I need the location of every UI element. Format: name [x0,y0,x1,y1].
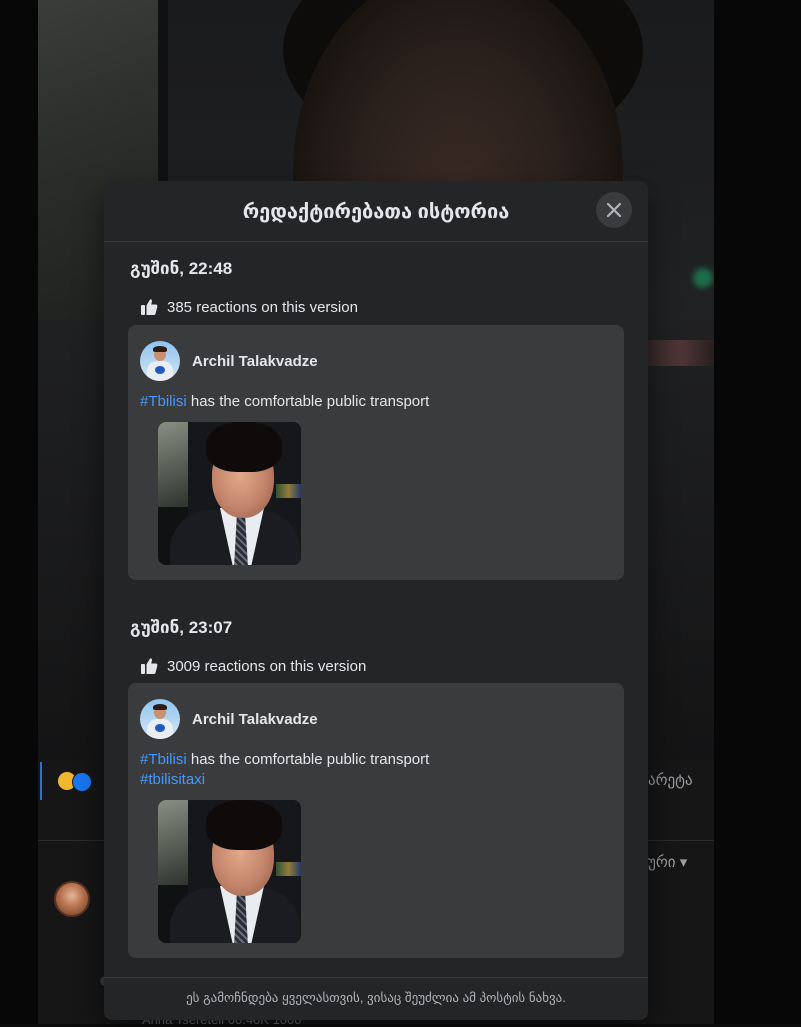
close-button[interactable] [596,192,632,228]
background-left [0,0,38,1024]
thumbs-up-icon [141,658,158,674]
reactions-count-text: 385 reactions on this version [167,298,358,316]
post-header: Archil Talakvadze [140,341,318,381]
post-photo[interactable] [158,800,301,943]
avatar[interactable] [140,341,180,381]
version-timestamp: გუშინ, 23:07 [130,618,233,637]
background-reaction-emojis [58,772,94,792]
close-icon [607,203,621,217]
hashtag-link[interactable]: #Tbilisi [140,751,187,768]
post-text: #Tbilisi has the comfortable public tran… [140,750,429,790]
post-body-text: has the comfortable public transport [186,393,430,410]
post-header: Archil Talakvadze [140,699,318,739]
author-name[interactable]: Archil Talakvadze [192,353,318,370]
version-timestamp: გუშინ, 22:48 [130,259,233,278]
version-reactions: 385 reactions on this version [140,298,358,316]
hashtag-link[interactable]: #Tbilisi [140,393,187,410]
background-right [714,0,801,1024]
post-body-text: has the comfortable public transport [186,751,430,768]
post-version-card: Archil Talakvadze #Tbilisi has the comfo… [128,325,624,580]
dialog-header: რედაქტირებათა ისტორია [104,181,648,242]
post-version-card: Archil Talakvadze #Tbilisi has the comfo… [128,683,624,958]
background-partial-dropdown: ური ▾ [648,854,688,871]
background-commenter-avatar [54,881,90,917]
author-name[interactable]: Archil Talakvadze [192,711,318,728]
post-text: #Tbilisi has the comfortable public tran… [140,392,429,412]
avatar[interactable] [140,699,180,739]
reactions-count-text: 3009 reactions on this version [167,657,367,675]
dialog-title: რედაქტირებათა ისტორია [242,201,510,223]
background-partial-text: არეტა [648,772,693,789]
dialog-footer-note: ეს გამოჩნდება ყველასთვის, ვისაც შეუძლია … [104,977,648,1020]
edit-history-dialog: რედაქტირებათა ისტორია გუშინ, 22:48 385 r… [104,181,648,1020]
post-photo[interactable] [158,422,301,565]
hashtag-link-tbilisitaxi[interactable]: #tbilisitaxi [140,771,205,788]
thumbs-up-icon [141,299,158,315]
version-reactions: 3009 reactions on this version [140,657,366,675]
